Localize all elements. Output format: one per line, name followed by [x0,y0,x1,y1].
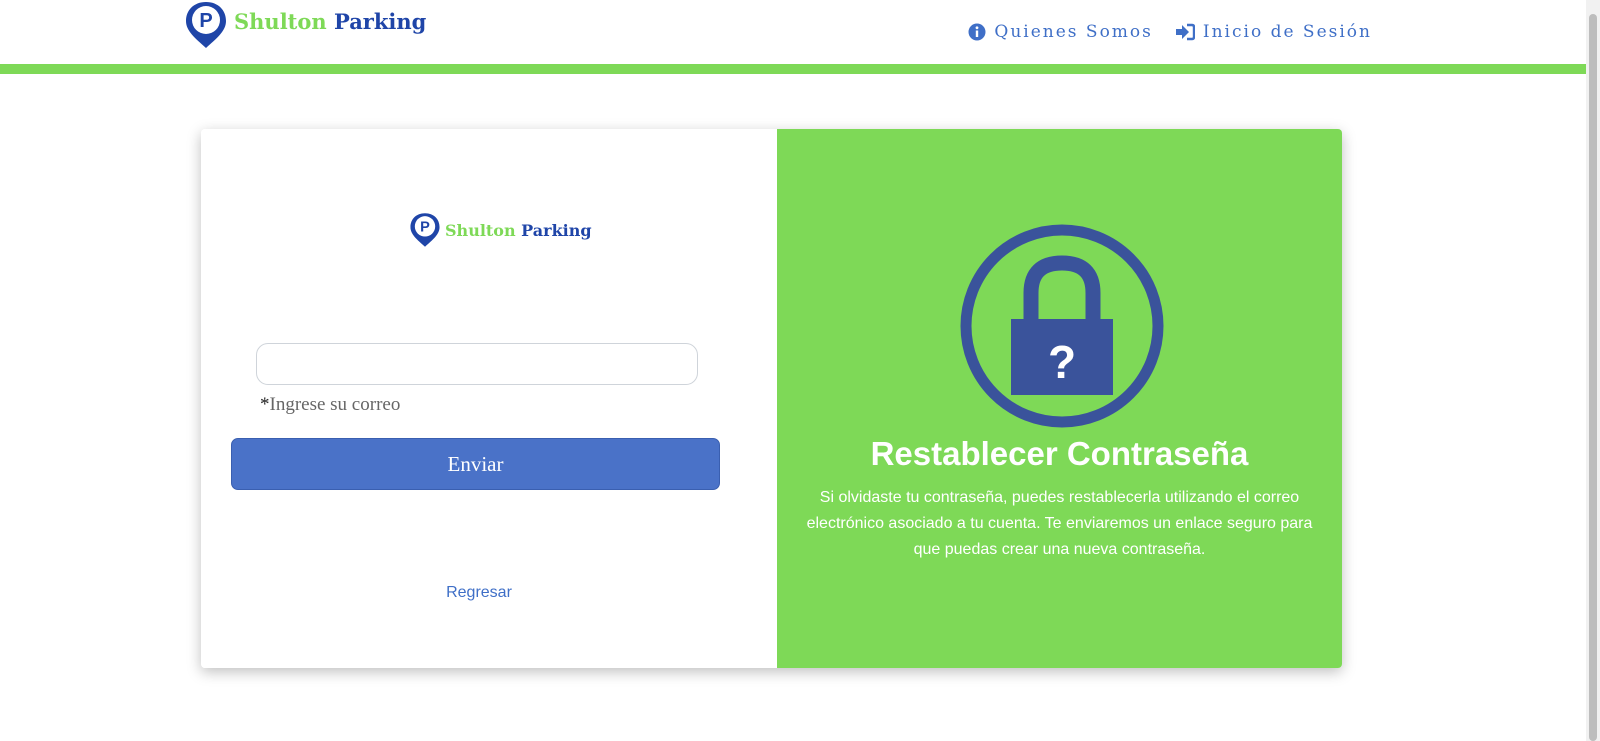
header-accent-bar [0,64,1586,74]
send-button[interactable]: Enviar [231,438,720,490]
site-logo[interactable]: P Shulton Parking [184,0,426,50]
parking-pin-icon: P [410,213,440,247]
card-logo: P Shulton Parking [409,211,592,249]
top-header: P Shulton Parking Quienes Somos Inicio d… [0,0,1586,64]
nav-quienes-somos[interactable]: Quienes Somos [968,22,1152,42]
panel-description: Si olvidaste tu contraseña, puedes resta… [806,489,1313,558]
nav-label: Quienes Somos [994,22,1153,42]
lock-symbol: ? [1048,336,1076,388]
parking-pin-icon: P [186,2,226,48]
back-link[interactable]: Regresar [201,584,757,602]
brand-part1: Shulton [234,8,327,34]
nav-inicio-sesion[interactable]: Inicio de Sesión [1175,22,1372,42]
brand-part2: Parking [521,220,592,240]
lock-question-icon: ? [959,223,1165,434]
brand-name: Shulton Parking [445,221,592,240]
brand-part2: Parking [333,8,427,34]
svg-text:P: P [199,10,212,32]
reset-password-card: P Shulton Parking *Ingrese su correo Env… [201,129,1342,668]
panel-title: Restablecer Contraseña [870,435,1249,472]
brand-part1: Shulton [445,220,516,240]
sign-in-icon [1175,23,1195,41]
brand-name: Shulton Parking [234,9,426,34]
page-scrollbar[interactable] [1586,0,1600,741]
form-panel: P Shulton Parking *Ingrese su correo Env… [201,129,777,668]
svg-text:P: P [420,219,430,235]
email-input[interactable] [256,343,698,385]
info-circle-icon [968,23,986,41]
email-hint: *Ingrese su correo [260,394,400,416]
main-nav: Quienes Somos Inicio de Sesión [968,22,1372,42]
email-hint-text: Ingrese su correo [269,394,401,415]
info-panel: ? Restablecer Contraseña Si olvidaste tu… [777,129,1342,668]
scrollbar-thumb[interactable] [1589,14,1597,741]
nav-label: Inicio de Sesión [1202,22,1372,42]
required-asterisk: * [260,394,270,415]
